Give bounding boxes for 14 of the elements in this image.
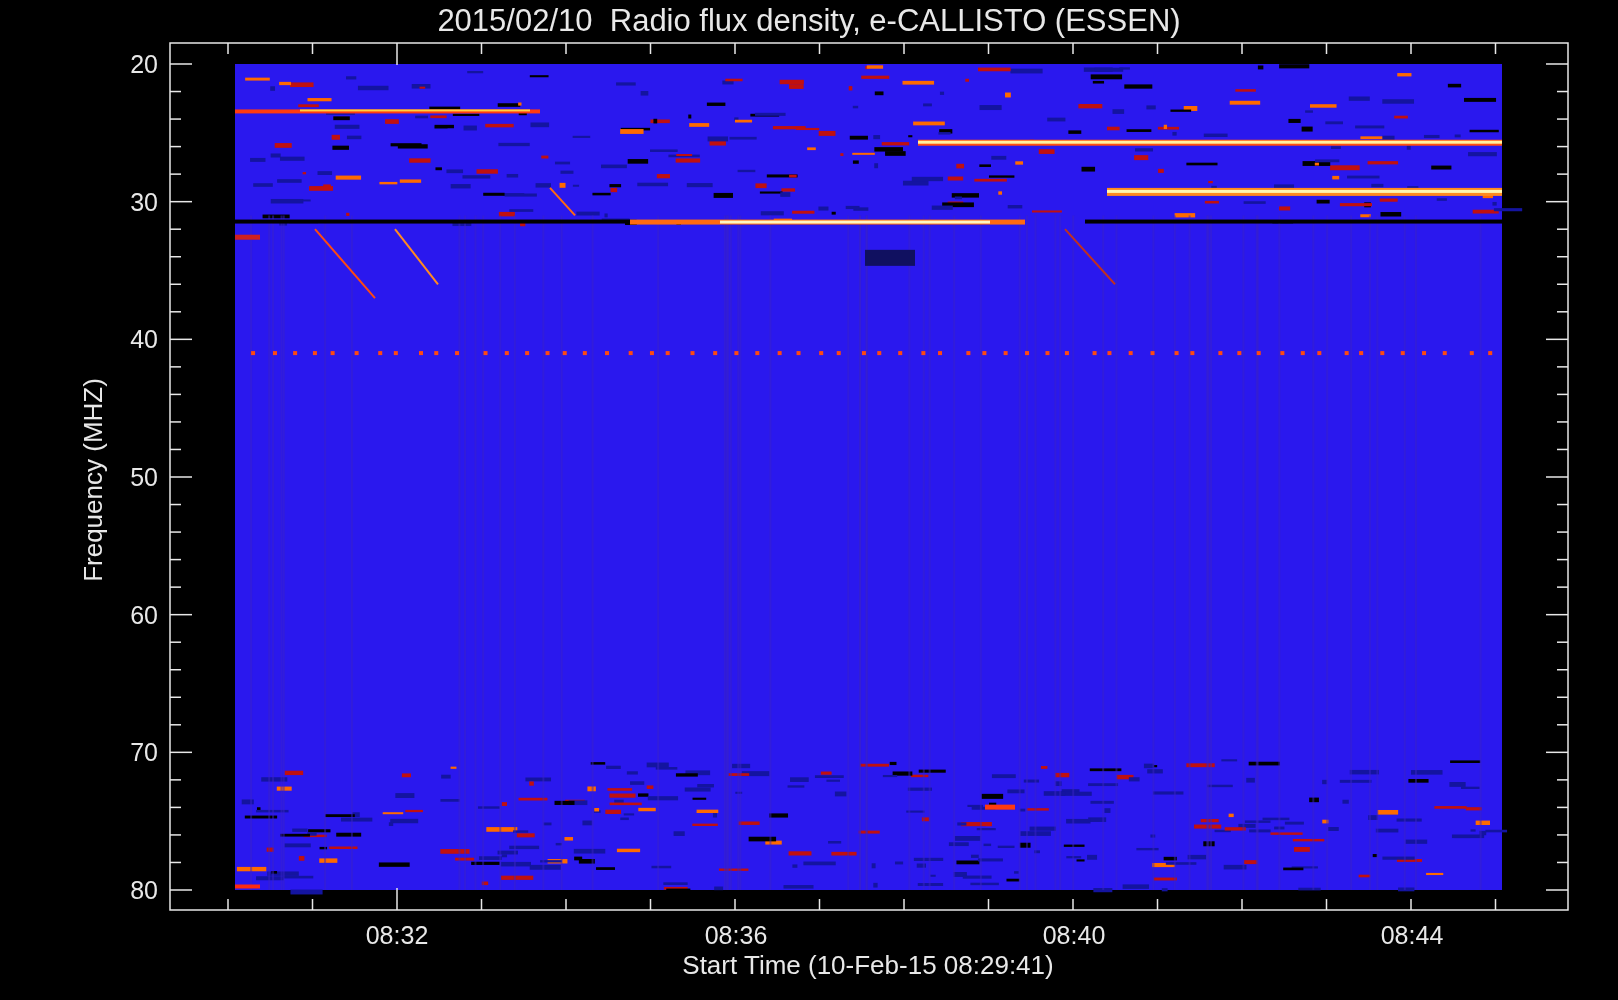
tick-label: 20 [130,50,158,78]
tick-label: 08:44 [1380,921,1444,949]
tick-label: 08:32 [365,921,429,949]
tick-label: 80 [130,876,158,904]
y-axis-label: Frequency (MHZ) [78,378,108,582]
tick-label: 08:36 [704,921,768,949]
plot-title: 2015/02/10 Radio flux density, e-CALLISTO (ESSEN) [437,4,1181,36]
tick-label: 40 [130,325,158,354]
x-axis-label: Start Time (10-Feb-15 08:29:41) [682,950,1054,980]
tick-label: 50 [130,463,158,491]
tick-label: 30 [130,187,158,216]
tick-label: 60 [130,600,158,629]
tick-label: 70 [130,738,158,767]
tick-label: 08:40 [1042,921,1106,949]
